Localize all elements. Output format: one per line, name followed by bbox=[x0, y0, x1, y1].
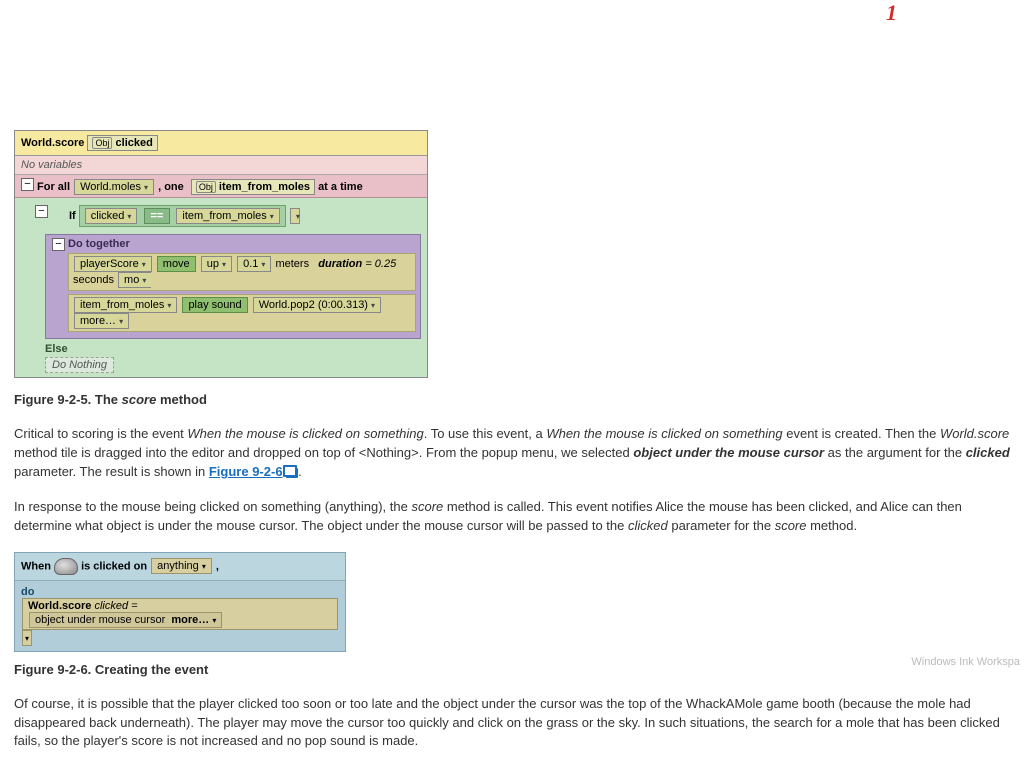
comma: , bbox=[216, 560, 219, 572]
external-link-icon[interactable] bbox=[286, 468, 298, 478]
sound-action-row: item_from_moles play sound World.pop2 (0… bbox=[68, 294, 416, 332]
meters-label: meters bbox=[275, 258, 309, 270]
if-block: If clicked == item_from_moles Do togethe… bbox=[15, 198, 427, 377]
do-nothing: Do Nothing bbox=[45, 357, 114, 373]
for-all-kw: For all bbox=[37, 181, 70, 193]
mouse-icon bbox=[54, 558, 78, 575]
world-moles-tile[interactable]: World.moles bbox=[74, 179, 154, 195]
if-kw: If bbox=[69, 210, 76, 222]
param-name: clicked bbox=[116, 137, 153, 149]
dropdown-stub[interactable] bbox=[290, 208, 300, 224]
param-slot: Obj clicked bbox=[87, 135, 157, 151]
if-row: If clicked == item_from_moles bbox=[29, 202, 421, 230]
when-kw: When bbox=[21, 560, 51, 572]
more-tile[interactable]: more… bbox=[74, 313, 129, 329]
event-do-row: do World.score clicked = object under mo… bbox=[15, 580, 345, 651]
annotation-mark: 1 bbox=[886, 0, 897, 26]
figure-2-caption: Figure 9-2-6. Creating the event bbox=[14, 662, 1010, 677]
pop2-tile[interactable]: World.pop2 (0:00.313) bbox=[253, 297, 381, 313]
do-together-block: Do together playerScore move up 0.1 mete… bbox=[45, 234, 421, 339]
is-clicked-on-kw: is clicked on bbox=[81, 560, 147, 572]
event-when-row: When is clicked on anything ▾ , bbox=[15, 553, 345, 580]
world-score-label: World.score bbox=[21, 137, 84, 149]
up-tile[interactable]: up bbox=[201, 256, 232, 272]
no-variables-row: No variables bbox=[15, 156, 427, 175]
item-from-moles-tile-2[interactable]: item_from_moles bbox=[74, 297, 177, 313]
move-action-row: playerScore move up 0.1 meters duration … bbox=[68, 253, 416, 291]
page-content: World.score Obj clicked No variables For… bbox=[0, 0, 1024, 777]
world-score-call[interactable]: World.score clicked = object under mouse… bbox=[22, 598, 338, 630]
figure-9-2-6-link[interactable]: Figure 9-2-6 bbox=[209, 464, 283, 479]
paragraph-3: Of course, it is possible that the playe… bbox=[14, 695, 1010, 752]
loop-var-slot: Obj item_from_moles bbox=[191, 179, 315, 195]
figure-score-method: World.score Obj clicked No variables For… bbox=[14, 130, 428, 378]
windows-ink-watermark: Windows Ink Workspa bbox=[911, 656, 1020, 668]
arg-object-under-cursor[interactable]: object under mouse cursor more… ▾ bbox=[29, 612, 222, 628]
dropdown-stub-2[interactable]: ▾ bbox=[22, 630, 32, 646]
dist-tile[interactable]: 0.1 bbox=[237, 256, 271, 272]
do-kw: do bbox=[21, 586, 34, 598]
condition-expr: clicked == item_from_moles bbox=[79, 205, 286, 227]
paragraph-2: In response to the mouse being clicked o… bbox=[14, 498, 1010, 536]
clicked-tile[interactable]: clicked bbox=[85, 208, 138, 224]
obj-chip: Obj bbox=[196, 181, 216, 193]
item-from-moles-tile[interactable]: item_from_moles bbox=[176, 208, 279, 224]
item-from-moles-label: item_from_moles bbox=[219, 181, 310, 193]
more-cut-tile[interactable]: mo bbox=[118, 272, 151, 288]
figure-event: When is clicked on anything ▾ , do World… bbox=[14, 552, 346, 652]
for-all-row: For all World.moles , one Obj item_from_… bbox=[15, 175, 427, 198]
figure-1-caption: Figure 9-2-5. The score method bbox=[14, 392, 1010, 407]
one-kw: , one bbox=[158, 181, 184, 193]
duration-kw: duration bbox=[318, 258, 362, 270]
do-together-kw: Do together bbox=[68, 238, 416, 250]
anything-tile[interactable]: anything ▾ bbox=[151, 558, 212, 574]
paragraph-1: Critical to scoring is the event When th… bbox=[14, 425, 1010, 482]
obj-chip: Obj bbox=[92, 137, 112, 149]
at-a-time-kw: at a time bbox=[318, 181, 363, 193]
equals-op: == bbox=[144, 208, 171, 224]
method-header: World.score Obj clicked bbox=[15, 131, 427, 156]
play-sound-kw: play sound bbox=[182, 297, 247, 313]
move-kw: move bbox=[157, 256, 196, 272]
duration-val: = 0.25 bbox=[365, 258, 396, 270]
seconds-label: seconds bbox=[73, 274, 114, 286]
else-kw: Else bbox=[45, 343, 421, 355]
playerscore-tile[interactable]: playerScore bbox=[74, 256, 152, 272]
